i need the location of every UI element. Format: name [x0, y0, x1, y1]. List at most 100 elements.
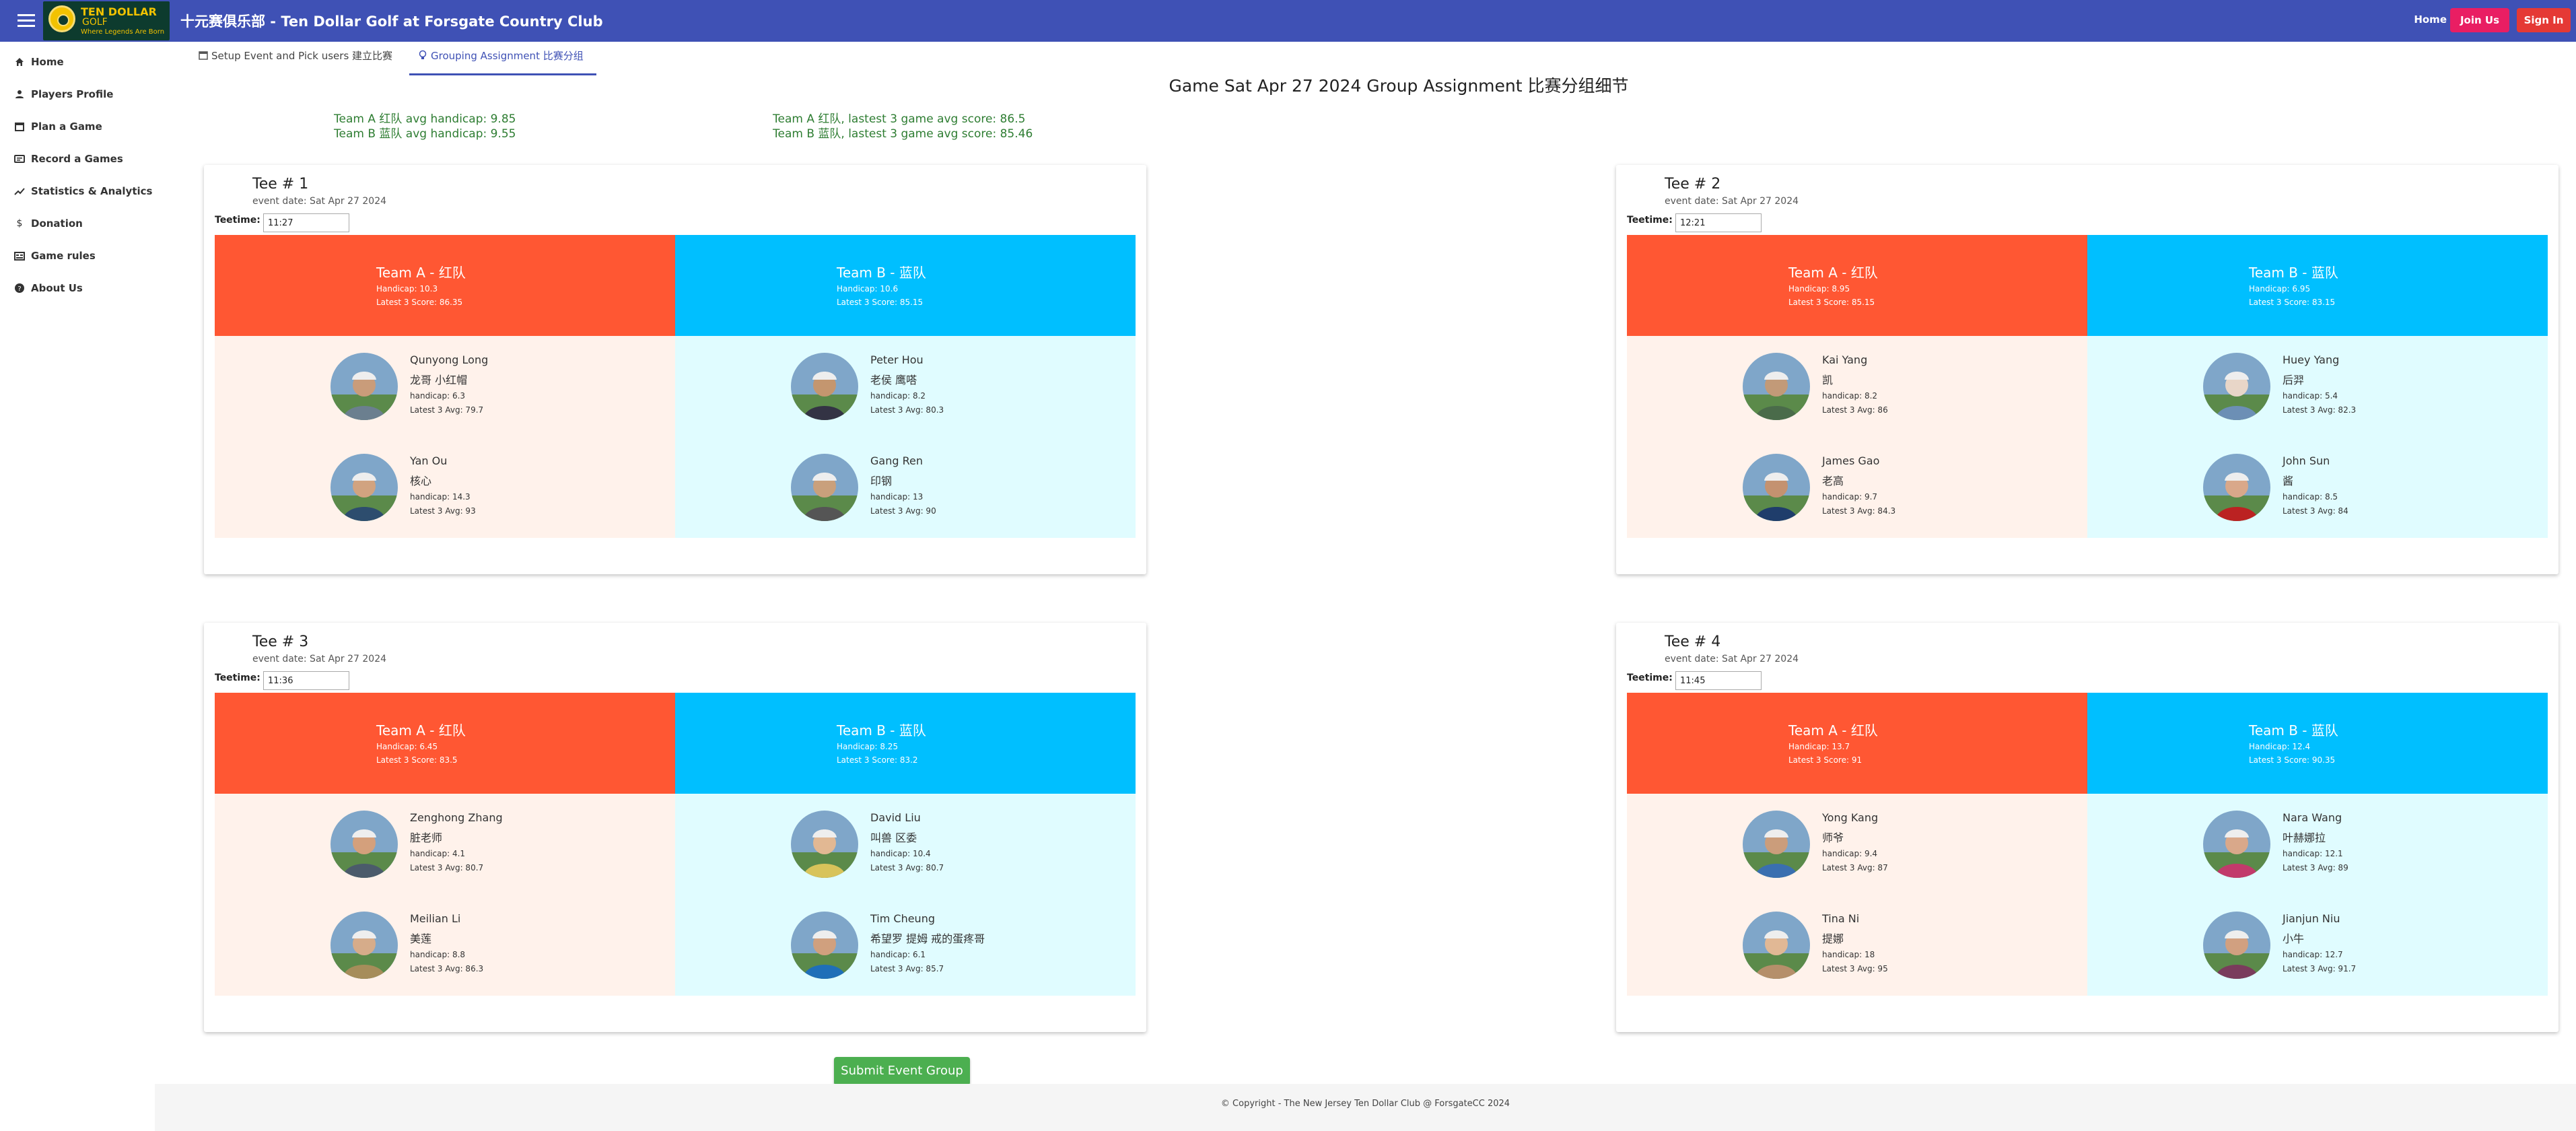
event-date: event date: Sat Apr 27 2024	[252, 196, 387, 207]
tab-label: Setup Event and Pick users 建立比赛	[211, 50, 393, 62]
player-avatar	[330, 353, 398, 420]
sidebar-item-statistics[interactable]: Statistics & Analytics	[0, 176, 155, 206]
sidebar-item-plan-a-game[interactable]: Plan a Game	[0, 112, 155, 141]
player-row[interactable]: Yan Ou 核心 handicap: 14.3 Latest 3 Avg: 93	[215, 437, 675, 538]
player-row[interactable]: Peter Hou 老侯 鹰嗒 handicap: 8.2 Latest 3 Avg:…	[675, 336, 1136, 437]
tee-group-card: Tee # 1 event date: Sat Apr 27 2024 Teetim…	[204, 165, 1146, 574]
player-nickname: 印钢	[870, 475, 893, 487]
team-handicap: Handicap: 8.25	[837, 742, 899, 751]
sidebar: Home Players Profile Plan a Game Record …	[0, 42, 155, 1131]
tab-bar: Setup Event and Pick users 建立比赛 Grouping…	[155, 42, 2576, 75]
player-name: Tim Cheung	[870, 912, 935, 925]
club-logo[interactable]: TEN DOLLAR GOLF Where Legends Are Born	[43, 1, 170, 40]
player-nickname: 脏老师	[410, 831, 443, 844]
player-handicap: handicap: 14.3	[410, 492, 471, 502]
player-row[interactable]: Jianjun Niu 小牛 handicap: 12.7 Latest 3 Avg:…	[2087, 895, 2548, 996]
player-handicap: handicap: 5.4	[2283, 391, 2338, 401]
event-date: event date: Sat Apr 27 2024	[1665, 196, 1799, 207]
player-row[interactable]: Tina Ni 提娜 handicap: 18 Latest 3 Avg: 95	[1627, 895, 2087, 996]
player-row[interactable]: Huey Yang 后羿 handicap: 5.4 Latest 3 Avg: 82…	[2087, 336, 2548, 437]
player-handicap: handicap: 13	[870, 492, 924, 502]
player-avatar	[791, 353, 858, 420]
player-handicap: handicap: 10.4	[870, 849, 931, 858]
player-latest-avg: Latest 3 Avg: 87	[1822, 863, 1888, 872]
player-handicap: handicap: 12.1	[2283, 849, 2343, 858]
player-row[interactable]: Zenghong Zhang 脏老师 handicap: 4.1 Latest 3 A…	[215, 794, 675, 895]
home-icon	[15, 58, 24, 66]
sidebar-item-label: Players Profile	[31, 88, 114, 100]
join-us-button[interactable]: Join Us	[2450, 8, 2509, 32]
calendar-icon	[199, 51, 208, 60]
team-b-header: Team B - 蓝队 Handicap: 8.25 Latest 3 Score:…	[675, 693, 1136, 794]
golf-ball-icon	[48, 5, 75, 32]
player-latest-avg: Latest 3 Avg: 84	[2283, 506, 2348, 516]
sidebar-item-label: Donation	[31, 217, 83, 230]
teetime-label: Teetime:	[215, 673, 260, 683]
player-nickname: 核心	[410, 475, 432, 487]
player-handicap: handicap: 9.7	[1822, 492, 1878, 502]
teetime-input[interactable]: 11:27	[263, 213, 349, 232]
team-handicap: Handicap: 6.45	[376, 742, 438, 751]
teetime-input[interactable]: 12:21	[1675, 213, 1762, 232]
player-nickname: 龙哥 小红帽	[410, 374, 468, 386]
sidebar-item-home[interactable]: Home	[0, 47, 155, 77]
tee-title: Tee # 2	[1665, 176, 1721, 193]
teetime-input[interactable]: 11:45	[1675, 671, 1762, 690]
team-latest-score: Latest 3 Score: 85.15	[1788, 298, 1875, 307]
team-a-header: Team A - 红队 Handicap: 10.3 Latest 3 Score:…	[215, 235, 675, 336]
team-name: Team B - 蓝队	[837, 265, 926, 281]
player-row[interactable]: Gang Ren 印钢 handicap: 13 Latest 3 Avg: 90	[675, 437, 1136, 538]
player-nickname: 希望罗 提姆 戒的蛋疼哥	[870, 932, 985, 945]
team-handicap: Handicap: 6.95	[2249, 284, 2311, 294]
player-name: Jianjun Niu	[2283, 912, 2340, 925]
player-nickname: 叶赫娜拉	[2283, 831, 2326, 844]
team-handicap: Handicap: 8.95	[1788, 284, 1850, 294]
sidebar-item-label: Home	[31, 56, 64, 68]
player-row[interactable]: Tim Cheung 希望罗 提姆 戒的蛋疼哥 handicap: 6.1 Lates…	[675, 895, 1136, 996]
player-avatar	[330, 811, 398, 878]
player-avatar	[2203, 353, 2270, 420]
player-latest-avg: Latest 3 Avg: 80.7	[410, 863, 484, 872]
team-name: Team B - 蓝队	[2249, 265, 2338, 281]
player-avatar	[1743, 912, 1810, 979]
player-avatar	[2203, 454, 2270, 521]
home-link[interactable]: Home	[2414, 13, 2447, 26]
tab-setup-event[interactable]: Setup Event and Pick users 建立比赛	[198, 48, 400, 75]
player-latest-avg: Latest 3 Avg: 89	[2283, 863, 2348, 872]
player-nickname: 老侯 鹰嗒	[870, 374, 917, 386]
player-row[interactable]: Nara Wang 叶赫娜拉 handicap: 12.1 Latest 3 Avg:…	[2087, 794, 2548, 895]
player-latest-avg: Latest 3 Avg: 85.7	[870, 964, 944, 973]
footer: © Copyright - The New Jersey Ten Dollar …	[155, 1084, 2576, 1131]
player-row[interactable]: John Sun 酱 handicap: 8.5 Latest 3 Avg: 84	[2087, 437, 2548, 538]
player-row[interactable]: Yong Kang 师爷 handicap: 9.4 Latest 3 Avg: 87	[1627, 794, 2087, 895]
svg-text:?: ?	[18, 285, 21, 293]
tee-group-card: Tee # 3 event date: Sat Apr 27 2024 Teetim…	[204, 623, 1146, 1032]
player-name: John Sun	[2283, 454, 2330, 467]
menu-icon[interactable]	[16, 11, 36, 31]
submit-event-group-button[interactable]: Submit Event Group	[834, 1057, 970, 1085]
player-avatar	[791, 454, 858, 521]
player-latest-avg: Latest 3 Avg: 91.7	[2283, 964, 2357, 973]
player-row[interactable]: Kai Yang 凯 handicap: 8.2 Latest 3 Avg: 86	[1627, 336, 2087, 437]
tab-grouping-assignment[interactable]: Grouping Assignment 比赛分组	[409, 48, 596, 75]
player-handicap: handicap: 8.5	[2283, 492, 2338, 502]
logo-text: TEN DOLLAR	[81, 5, 157, 18]
teetime-input[interactable]: 11:36	[263, 671, 349, 690]
player-row[interactable]: David Liu 叫兽 区委 handicap: 10.4 Latest 3 Avg…	[675, 794, 1136, 895]
sidebar-item-game-rules[interactable]: Game rules	[0, 241, 155, 271]
player-handicap: handicap: 12.7	[2283, 950, 2343, 959]
tee-title: Tee # 4	[1665, 633, 1721, 650]
sidebar-item-about-us[interactable]: ? About Us	[0, 273, 155, 303]
sidebar-item-players-profile[interactable]: Players Profile	[0, 79, 155, 109]
player-row[interactable]: Meilian Li 美莲 handicap: 8.8 Latest 3 Avg: 8…	[215, 895, 675, 996]
player-row[interactable]: Qunyong Long 龙哥 小红帽 handicap: 6.3 Latest 3 …	[215, 336, 675, 437]
sidebar-item-record-a-games[interactable]: Record a Games	[0, 144, 155, 174]
sidebar-item-label: Statistics & Analytics	[31, 185, 153, 197]
sidebar-item-label: Plan a Game	[31, 121, 102, 133]
sidebar-item-label: Game rules	[31, 250, 96, 262]
sign-in-button[interactable]: Sign In	[2517, 8, 2571, 32]
player-nickname: 凯	[1822, 374, 1834, 386]
player-name: Yan Ou	[410, 454, 448, 467]
sidebar-item-donation[interactable]: $ Donation	[0, 209, 155, 238]
player-row[interactable]: James Gao 老高 handicap: 9.7 Latest 3 Avg: 84…	[1627, 437, 2087, 538]
